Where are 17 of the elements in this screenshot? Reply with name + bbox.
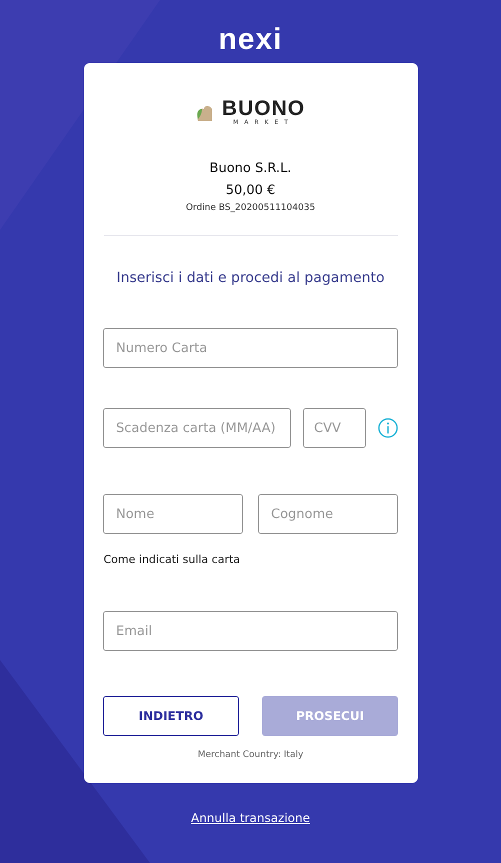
info-icon[interactable] — [378, 417, 398, 439]
amount: 50,00 € — [226, 183, 276, 198]
cvv-field[interactable]: CVV — [303, 408, 366, 448]
last-name-field[interactable]: Cognome — [258, 494, 398, 534]
merchant-name: Buono S.R.L. — [210, 161, 292, 176]
merchant-country: Merchant Country: Italy — [198, 750, 304, 760]
cancel-link[interactable]: Annulla transazione — [190, 811, 310, 825]
first-name-field[interactable]: Nome — [103, 494, 243, 534]
brand-logo: nexi — [218, 23, 283, 58]
form-heading: Inserisci i dati e procedi al pagamento — [116, 270, 385, 286]
logo-wordmark: BUONO — [222, 99, 306, 119]
name-hint: Come indicati sulla carta — [104, 553, 240, 566]
back-button[interactable]: INDIETRO — [103, 696, 239, 736]
email-field[interactable]: Email — [103, 611, 398, 651]
order-number: Ordine BS_20200511104035 — [186, 203, 316, 213]
card-number-field[interactable]: Numero Carta — [103, 328, 398, 368]
expiry-field[interactable]: Scadenza carta (MM/AA) — [103, 408, 291, 448]
